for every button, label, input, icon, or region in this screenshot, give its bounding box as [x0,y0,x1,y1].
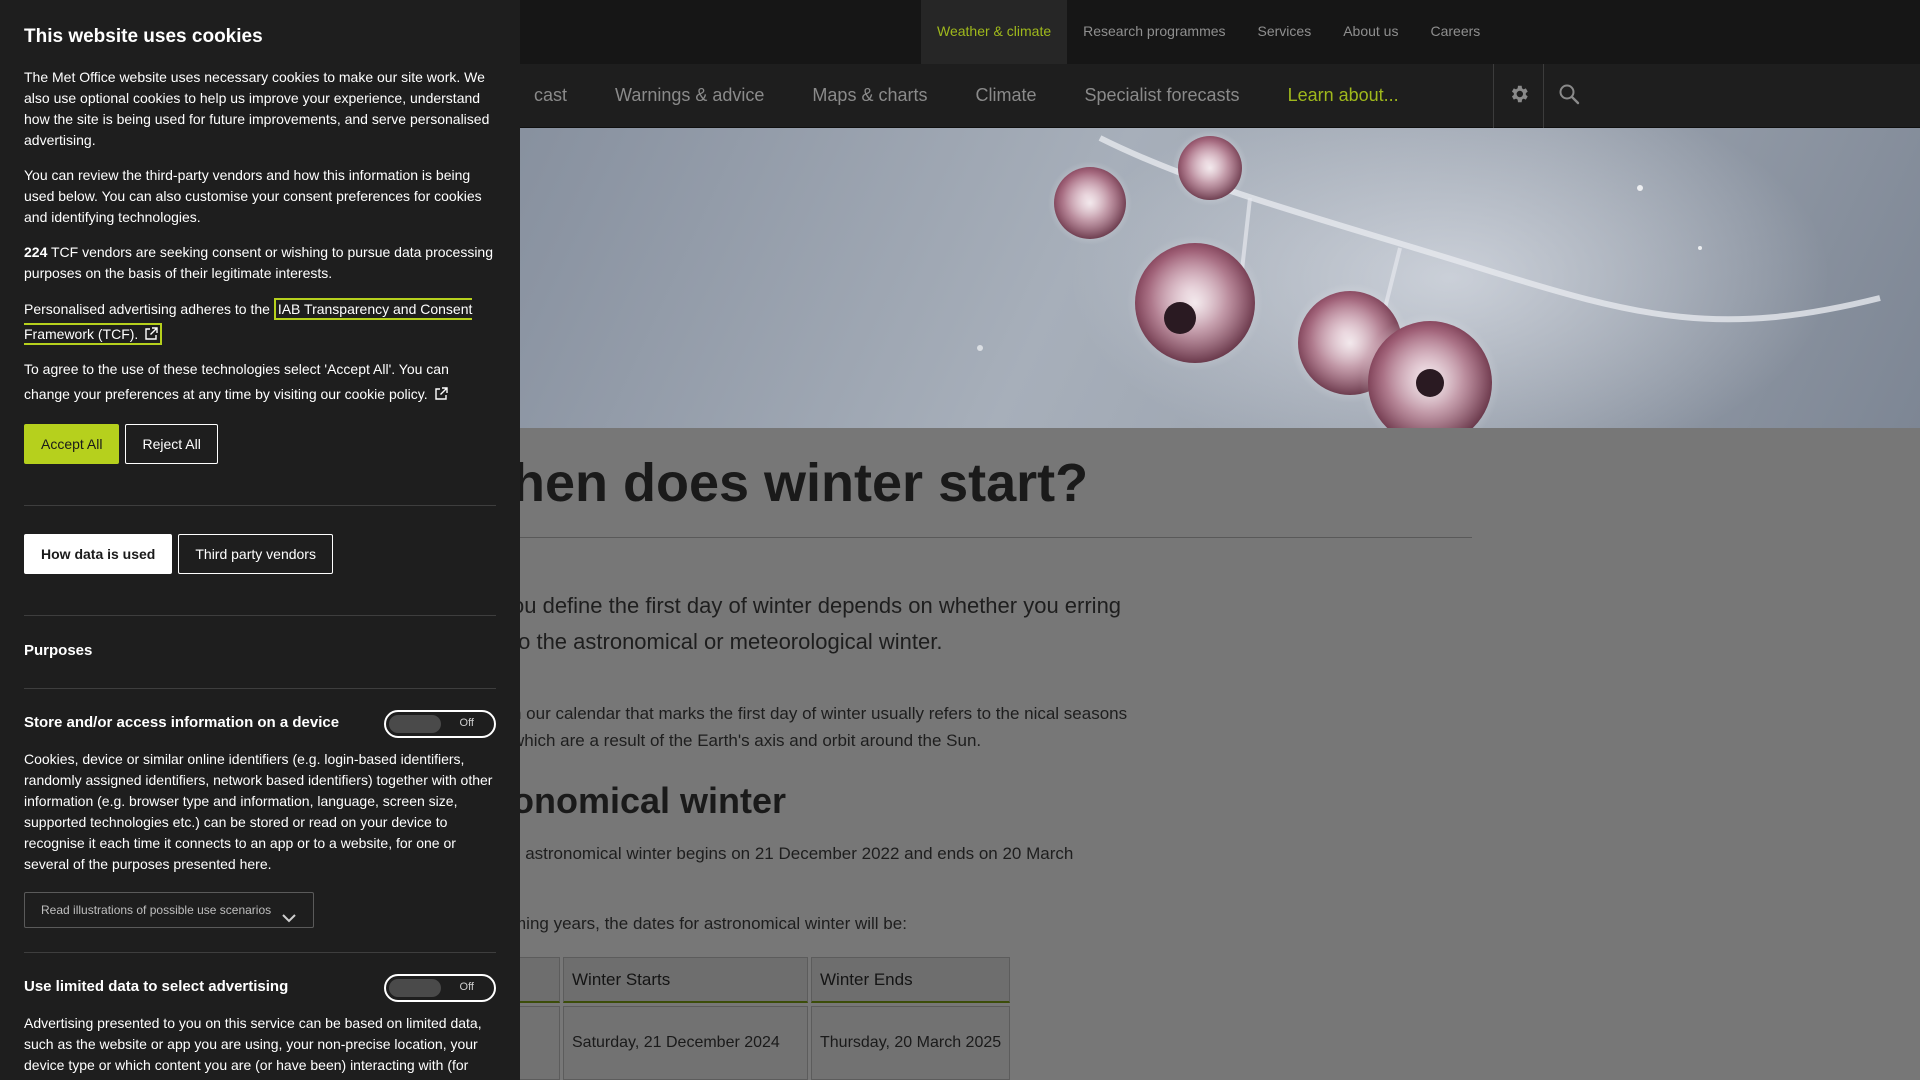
divider [24,505,496,506]
cookie-consent-buttons: Accept All Reject All [24,424,496,464]
article-lead: ou define the first day of winter depend… [512,593,1122,654]
purpose-title: Store and/or access information on a dev… [24,714,340,731]
main-nav-items: cast Warnings & advice Maps & charts Cli… [510,64,1423,128]
purposes-heading: Purposes [24,642,93,659]
reject-all-button[interactable]: Reject All [125,424,218,464]
use-scenarios-dropdown[interactable]: Read illustrations of possible use scena… [24,892,314,928]
article-paragraph-coming-years: ming years, the dates for astronomical w… [512,914,907,933]
cookie-policy-external-link-icon[interactable] [434,384,448,409]
purpose-store-access-device: Store and/or access information on a dev… [24,710,496,738]
settings-button[interactable] [1493,64,1543,128]
main-nav-warnings-advice[interactable]: Warnings & advice [591,64,788,128]
cookie-panel-title: This website uses cookies [24,26,263,47]
cookie-consent-panel: This website uses cookies The Met Office… [0,0,520,1080]
utility-nav-services[interactable]: Services [1242,0,1328,64]
table-cell-winter-starts: Saturday, 21 December 2024 [563,1006,808,1080]
search-icon [1557,82,1581,111]
article-paragraph-astronomical: s astronomical winter begins on 21 Decem… [512,844,1074,863]
store-access-toggle[interactable]: Off [384,710,496,738]
purpose-title: Use limited data to select advertising [24,978,289,995]
cookie-tcf-vendors-text: 224 TCF vendors are seeking consent or w… [24,242,496,284]
table-cell-winter-ends: Thursday, 20 March 2025 [811,1006,1011,1080]
tab-how-data-is-used[interactable]: How data is used [24,534,173,574]
toggle-knob [389,979,441,997]
toggle-state-label: Off [459,717,474,729]
table-header-winter-starts: Winter Starts [563,957,808,1003]
article-paragraph: n our calendar that marks the first day … [512,704,1128,750]
external-link-icon [144,324,159,349]
search-button[interactable] [1543,64,1593,128]
tab-third-party-vendors[interactable]: Third party vendors [178,534,333,574]
cookie-accept-instructions: To agree to the use of these technologie… [24,361,449,402]
divider [24,688,496,689]
toggle-knob [389,715,441,733]
cookie-accept-text: To agree to the use of these technologie… [24,357,496,409]
section-heading-astronomical-winter: onomical winter [512,780,787,821]
main-nav-climate[interactable]: Climate [951,64,1060,128]
divider [24,615,496,616]
accept-all-button[interactable]: Accept All [24,424,120,464]
winter-dates-table: Winter Starts Winter Ends 024 Saturday, … [457,954,1013,1080]
vendor-count-description: TCF vendors are seeking consent or wishi… [24,244,494,281]
table-header-winter-ends: Winter Ends [811,957,1011,1003]
utility-nav-careers[interactable]: Careers [1414,0,1496,64]
tcf-prefix: Personalised advertising adheres to the [24,301,274,317]
main-nav-maps-charts[interactable]: Maps & charts [788,64,951,128]
title-divider [512,537,1472,538]
cookie-tabs: How data is used Third party vendors [24,534,496,574]
utility-nav-items: Weather & climate Research programmes Se… [921,0,1496,64]
table-row: 024 Saturday, 21 December 2024 Thursday,… [460,1006,1011,1080]
gear-icon [1508,83,1530,110]
use-scenarios-label: Read illustrations of possible use scena… [41,903,272,917]
utility-nav-about-us[interactable]: About us [1327,0,1414,64]
main-nav-specialist-forecasts[interactable]: Specialist forecasts [1060,64,1263,128]
divider [24,952,496,953]
cookie-tcf-text: Personalised advertising adheres to the … [24,297,496,349]
cookie-vendors-text: You can review the third-party vendors a… [24,167,482,225]
vendor-count: 224 [24,244,48,260]
main-nav-forecast[interactable]: cast [510,64,591,128]
table-header-row: Winter Starts Winter Ends [460,957,1011,1003]
page-title: hen does winter start? [512,453,1089,513]
toggle-state-label: Off [459,981,474,993]
utility-nav-research-programmes[interactable]: Research programmes [1067,0,1241,64]
main-nav-learn-about[interactable]: Learn about... [1264,64,1423,128]
purpose-description: Advertising presented to you on this ser… [24,1015,482,1073]
cookie-intro-text: The Met Office website uses necessary co… [24,69,490,148]
chevron-down-icon [281,903,297,937]
limited-data-advertising-toggle[interactable]: Off [384,974,496,1002]
utility-nav-weather-climate[interactable]: Weather & climate [921,0,1068,64]
purpose-limited-data-advertising: Use limited data to select advertising O… [24,974,496,1002]
purpose-description: Cookies, device or similar online identi… [24,751,493,872]
